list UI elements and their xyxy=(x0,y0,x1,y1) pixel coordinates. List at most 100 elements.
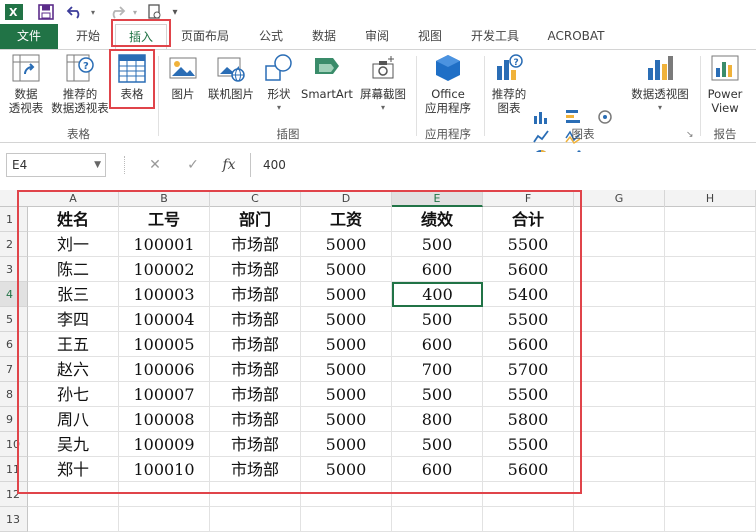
smartart-button[interactable]: SmartArt xyxy=(300,52,354,101)
cell-d13[interactable] xyxy=(301,507,392,532)
cell-h11[interactable] xyxy=(665,457,756,482)
cell-a11[interactable]: 郑十 xyxy=(28,457,119,482)
undo-dropdown-icon[interactable]: ▾ xyxy=(88,3,98,21)
touch-mode-icon[interactable] xyxy=(146,3,164,21)
column-header-b[interactable]: B xyxy=(119,190,210,207)
cell-g4[interactable] xyxy=(574,282,665,307)
cell-b13[interactable] xyxy=(119,507,210,532)
row-header-7[interactable]: 7 xyxy=(0,357,28,382)
cell-d5[interactable]: 5000 xyxy=(301,307,392,332)
row-header-11[interactable]: 11 xyxy=(0,457,28,482)
cell-a3[interactable]: 陈二 xyxy=(28,257,119,282)
cell-a12[interactable] xyxy=(28,482,119,507)
cell-h8[interactable] xyxy=(665,382,756,407)
office-apps-button[interactable]: Office 应用程序 xyxy=(418,52,478,115)
row-header-10[interactable]: 10 xyxy=(0,432,28,457)
cell-g7[interactable] xyxy=(574,357,665,382)
cell-d1[interactable]: 工资 xyxy=(301,207,392,232)
cell-c7[interactable]: 市场部 xyxy=(210,357,301,382)
name-box-dropdown-icon[interactable]: ▼ xyxy=(94,154,101,176)
column-header-f[interactable]: F xyxy=(483,190,574,207)
cell-d7[interactable]: 5000 xyxy=(301,357,392,382)
cell-e4[interactable]: 400 xyxy=(392,282,483,307)
cell-e9[interactable]: 800 xyxy=(392,407,483,432)
tab-data[interactable]: 数据 xyxy=(301,24,347,49)
column-header-a[interactable]: A xyxy=(28,190,119,207)
online-pictures-button[interactable]: 联机图片 xyxy=(204,52,258,101)
cell-c13[interactable] xyxy=(210,507,301,532)
cell-f4[interactable]: 5400 xyxy=(483,282,574,307)
cell-e2[interactable]: 500 xyxy=(392,232,483,257)
row-header-8[interactable]: 8 xyxy=(0,382,28,407)
cell-a4[interactable]: 张三 xyxy=(28,282,119,307)
screenshot-button[interactable]: 屏幕截图 ▾ xyxy=(356,52,410,115)
recommended-pivot-button[interactable]: ? 推荐的 数据透视表 xyxy=(50,52,110,115)
pivot-chart-button[interactable]: 数据透视图 ▾ xyxy=(626,52,694,115)
cell-g11[interactable] xyxy=(574,457,665,482)
customize-dropdown-icon[interactable]: ▾ xyxy=(168,3,182,21)
cell-g13[interactable] xyxy=(574,507,665,532)
cell-b7[interactable]: 100006 xyxy=(119,357,210,382)
tab-file[interactable]: 文件 xyxy=(0,24,58,49)
column-header-h[interactable]: H xyxy=(665,190,756,207)
cell-a7[interactable]: 赵六 xyxy=(28,357,119,382)
cell-e3[interactable]: 600 xyxy=(392,257,483,282)
insert-function-icon[interactable]: fx xyxy=(218,155,240,175)
cell-a1[interactable]: 姓名 xyxy=(28,207,119,232)
cell-e7[interactable]: 700 xyxy=(392,357,483,382)
cell-f9[interactable]: 5800 xyxy=(483,407,574,432)
power-view-button[interactable]: Power View xyxy=(704,52,746,115)
cell-a6[interactable]: 王五 xyxy=(28,332,119,357)
cell-f12[interactable] xyxy=(483,482,574,507)
row-header-9[interactable]: 9 xyxy=(0,407,28,432)
recommended-charts-button[interactable]: ? 推荐的 图表 xyxy=(488,52,530,115)
tab-page-layout[interactable]: 页面布局 xyxy=(173,24,237,49)
cell-f1[interactable]: 合计 xyxy=(483,207,574,232)
cell-d10[interactable]: 5000 xyxy=(301,432,392,457)
cell-h1[interactable] xyxy=(665,207,756,232)
cell-e12[interactable] xyxy=(392,482,483,507)
cell-h2[interactable] xyxy=(665,232,756,257)
cell-a9[interactable]: 周八 xyxy=(28,407,119,432)
column-header-c[interactable]: C xyxy=(210,190,301,207)
column-header-d[interactable]: D xyxy=(301,190,392,207)
cell-e1[interactable]: 绩效 xyxy=(392,207,483,232)
cell-f5[interactable]: 5500 xyxy=(483,307,574,332)
cell-f8[interactable]: 5500 xyxy=(483,382,574,407)
cell-c8[interactable]: 市场部 xyxy=(210,382,301,407)
cell-c4[interactable]: 市场部 xyxy=(210,282,301,307)
cell-b11[interactable]: 100010 xyxy=(119,457,210,482)
worksheet-grid[interactable]: ABCDEFGH 1 2 3 4 5 6 7 8 9 10 11 12 13 姓名 工号 部门 工资 绩效 合计刘… xyxy=(0,190,756,532)
cell-a8[interactable]: 孙七 xyxy=(28,382,119,407)
row-header-2[interactable]: 2 xyxy=(0,232,28,257)
excel-app-icon[interactable]: X xyxy=(4,3,24,21)
cell-d4[interactable]: 5000 xyxy=(301,282,392,307)
cell-g6[interactable] xyxy=(574,332,665,357)
cell-h3[interactable] xyxy=(665,257,756,282)
cell-e11[interactable]: 600 xyxy=(392,457,483,482)
cell-c11[interactable]: 市场部 xyxy=(210,457,301,482)
tab-review[interactable]: 审阅 xyxy=(354,24,400,49)
cell-h6[interactable] xyxy=(665,332,756,357)
cell-f3[interactable]: 5600 xyxy=(483,257,574,282)
cell-g5[interactable] xyxy=(574,307,665,332)
cell-b12[interactable] xyxy=(119,482,210,507)
cell-b1[interactable]: 工号 xyxy=(119,207,210,232)
cell-g12[interactable] xyxy=(574,482,665,507)
cell-b5[interactable]: 100004 xyxy=(119,307,210,332)
cancel-icon[interactable]: ✕ xyxy=(144,155,166,175)
cell-c1[interactable]: 部门 xyxy=(210,207,301,232)
cell-a13[interactable] xyxy=(28,507,119,532)
cell-c3[interactable]: 市场部 xyxy=(210,257,301,282)
cell-d2[interactable]: 5000 xyxy=(301,232,392,257)
column-header-g[interactable]: G xyxy=(574,190,665,207)
cell-e13[interactable] xyxy=(392,507,483,532)
undo-icon[interactable] xyxy=(64,3,86,21)
cell-f6[interactable]: 5600 xyxy=(483,332,574,357)
cell-e8[interactable]: 500 xyxy=(392,382,483,407)
column-chart-icon[interactable] xyxy=(532,108,550,126)
formula-input[interactable]: 400 xyxy=(250,153,756,177)
cell-f11[interactable]: 5600 xyxy=(483,457,574,482)
tab-developer[interactable]: 开发工具 xyxy=(462,24,528,49)
cell-b9[interactable]: 100008 xyxy=(119,407,210,432)
